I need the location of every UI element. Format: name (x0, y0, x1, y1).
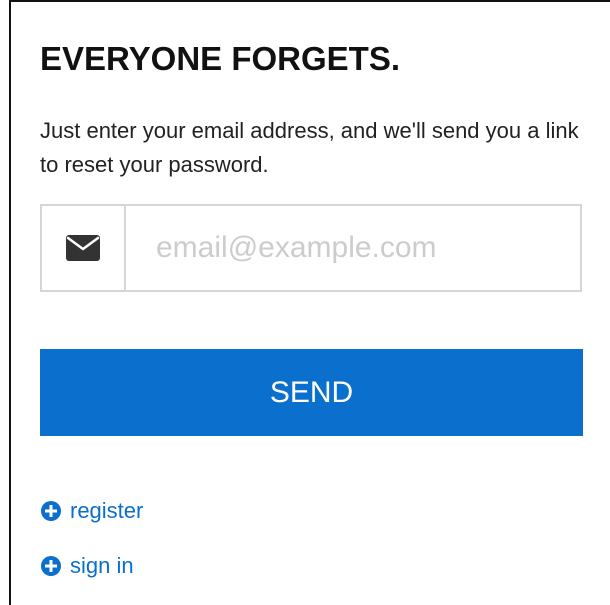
panel-border-top (9, 0, 610, 2)
page-title: EVERYONE FORGETS. (40, 40, 401, 77)
email-input[interactable] (126, 206, 580, 290)
sign-in-link[interactable]: sign in (40, 553, 134, 579)
plus-circle-icon (41, 556, 61, 576)
email-addon (42, 206, 126, 290)
register-link-label: register (70, 498, 144, 523)
sign-in-link-label: sign in (70, 553, 134, 578)
panel-border-left (9, 0, 11, 605)
instructions-text: Just enter your email address, and we'll… (40, 118, 579, 177)
send-button[interactable]: SEND (40, 349, 583, 436)
plus-circle-icon (41, 501, 61, 521)
register-link[interactable]: register (40, 498, 143, 524)
email-field-group (40, 204, 582, 292)
envelope-icon (66, 235, 100, 261)
forgot-password-panel: EVERYONE FORGETS. Just enter your email … (0, 0, 610, 605)
